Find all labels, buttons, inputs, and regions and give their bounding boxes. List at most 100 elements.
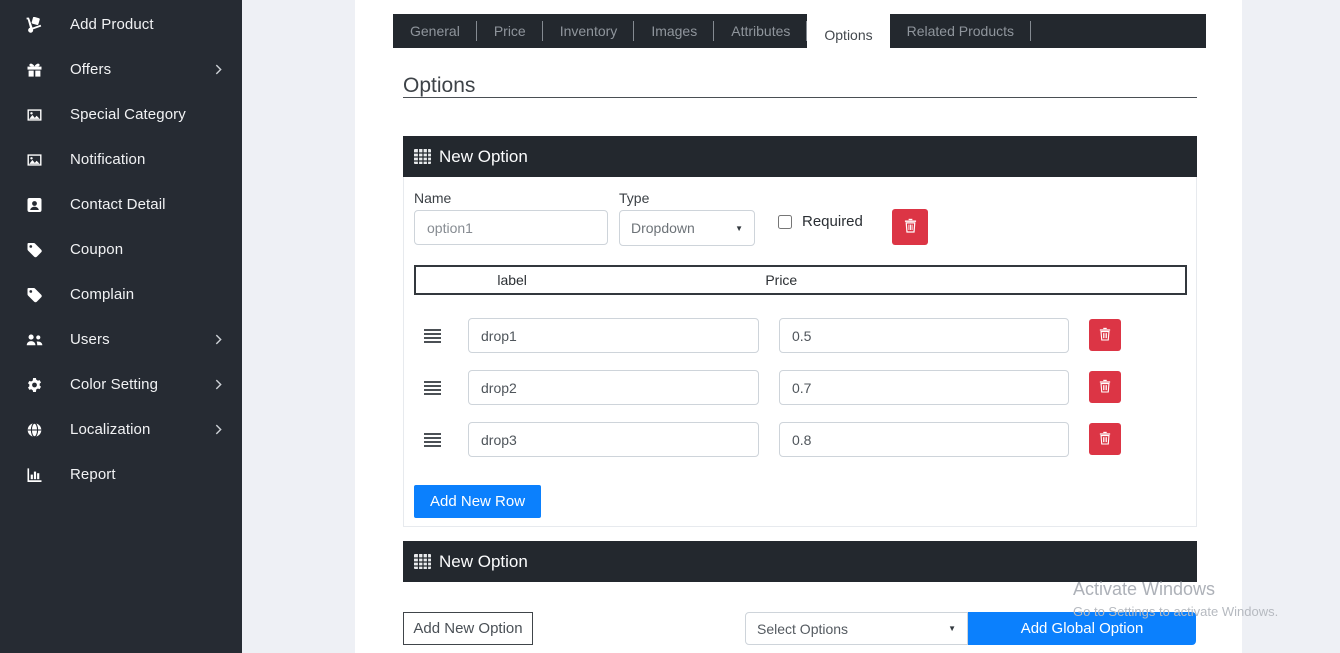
sidebar-item-add-product[interactable]: Add Product [0, 2, 242, 47]
price-column-header: Price [608, 272, 954, 288]
row-label-input[interactable] [468, 318, 759, 353]
trash-icon [904, 218, 917, 236]
dolly-icon [25, 16, 44, 33]
tab-label: General [410, 23, 460, 39]
row-price-input[interactable] [779, 422, 1069, 457]
required-checkbox[interactable] [778, 215, 792, 229]
global-options-value: Select Options [757, 621, 848, 637]
sidebar-item-label: Coupon [70, 241, 123, 258]
add-global-option-button[interactable]: Add Global Option [968, 612, 1196, 645]
row-label-input[interactable] [468, 422, 759, 457]
sidebar-item-offers[interactable]: Offers [0, 47, 242, 92]
option-type-select[interactable]: Dropdown ▼ [619, 210, 755, 246]
tab-related-products[interactable]: Related Products [890, 14, 1031, 48]
drag-handle-icon[interactable] [424, 381, 441, 395]
grid-icon [414, 554, 431, 569]
tab-label: Related Products [907, 23, 1014, 39]
product-tab-bar: General Price Inventory Images Attribute… [393, 14, 1206, 48]
required-label: Required [802, 213, 863, 230]
label-column-header: label [416, 272, 608, 288]
chevron-right-icon [215, 379, 222, 390]
tab-label: Attributes [731, 23, 790, 39]
bar-chart-icon [25, 466, 44, 483]
sidebar-item-label: Localization [70, 421, 150, 438]
address-card-icon [25, 196, 44, 213]
heading-divider [403, 97, 1197, 98]
drag-handle-icon[interactable] [424, 329, 441, 343]
users-icon [25, 331, 44, 348]
sidebar-item-notification[interactable]: Notification [0, 137, 242, 182]
gear-icon [25, 376, 44, 393]
option-type-value: Dropdown [631, 220, 695, 236]
type-label: Type [619, 190, 649, 206]
caret-down-icon: ▼ [948, 624, 956, 633]
option-values-table-header: label Price [414, 265, 1187, 295]
image-icon [25, 151, 44, 168]
tag-icon [25, 286, 44, 303]
delete-row-button[interactable] [1089, 319, 1121, 351]
tab-images[interactable]: Images [634, 14, 714, 48]
chevron-right-icon [215, 424, 222, 435]
sidebar-item-label: Color Setting [70, 376, 158, 393]
sidebar-item-users[interactable]: Users [0, 317, 242, 362]
product-edit-content: General Price Inventory Images Attribute… [355, 0, 1242, 653]
sidebar: Add Product Offers Special Category Noti… [0, 0, 242, 653]
sidebar-item-label: Offers [70, 61, 111, 78]
panel-title: New Option [439, 552, 528, 572]
tab-price[interactable]: Price [477, 14, 543, 48]
new-option-panel-2: New Option [403, 541, 1197, 582]
sidebar-item-label: Add Product [70, 16, 154, 33]
global-options-select[interactable]: Select Options ▼ [745, 612, 968, 645]
gift-icon [25, 61, 44, 78]
sidebar-item-label: Contact Detail [70, 196, 166, 213]
sidebar-item-report[interactable]: Report [0, 452, 242, 497]
trash-icon [1099, 327, 1111, 344]
option-name-input[interactable] [414, 210, 608, 245]
option-value-row [404, 370, 1196, 405]
page-title: Options [403, 74, 475, 98]
option-value-row [404, 318, 1196, 353]
delete-row-button[interactable] [1089, 423, 1121, 455]
tab-inventory[interactable]: Inventory [543, 14, 635, 48]
tab-attributes[interactable]: Attributes [714, 14, 807, 48]
new-option-panel-2-header: New Option [403, 541, 1197, 582]
panel-title: New Option [439, 147, 528, 167]
sidebar-item-label: Users [70, 331, 110, 348]
tab-label: Price [494, 23, 526, 39]
sidebar-item-label: Notification [70, 151, 145, 168]
sidebar-item-special-category[interactable]: Special Category [0, 92, 242, 137]
sidebar-item-complain[interactable]: Complain [0, 272, 242, 317]
required-field: Required [778, 213, 863, 230]
drag-handle-icon[interactable] [424, 433, 441, 447]
tab-label: Options [824, 27, 872, 43]
sidebar-item-label: Report [70, 466, 116, 483]
sidebar-item-label: Special Category [70, 106, 186, 123]
caret-down-icon: ▼ [735, 224, 743, 233]
tab-label: Images [651, 23, 697, 39]
new-option-panel: New Option Name Type Dropdown ▼ Required… [403, 136, 1197, 527]
chevron-right-icon [215, 334, 222, 345]
add-new-option-button[interactable]: Add New Option [403, 612, 533, 645]
row-label-input[interactable] [468, 370, 759, 405]
sidebar-item-localization[interactable]: Localization [0, 407, 242, 452]
row-price-input[interactable] [779, 370, 1069, 405]
tab-general[interactable]: General [393, 14, 477, 48]
tag-icon [25, 241, 44, 258]
sidebar-item-color-setting[interactable]: Color Setting [0, 362, 242, 407]
trash-icon [1099, 379, 1111, 396]
delete-option-button[interactable] [892, 209, 928, 245]
sidebar-item-label: Complain [70, 286, 134, 303]
globe-icon [25, 421, 44, 438]
image-icon [25, 106, 44, 123]
name-label: Name [414, 190, 451, 206]
delete-row-button[interactable] [1089, 371, 1121, 403]
add-new-row-button[interactable]: Add New Row [414, 485, 541, 518]
row-price-input[interactable] [779, 318, 1069, 353]
option-value-row [404, 422, 1196, 457]
new-option-panel-header: New Option [403, 136, 1197, 177]
sidebar-item-contact-detail[interactable]: Contact Detail [0, 182, 242, 227]
sidebar-item-coupon[interactable]: Coupon [0, 227, 242, 272]
tab-options[interactable]: Options [807, 14, 889, 55]
grid-icon [414, 149, 431, 164]
tab-label: Inventory [560, 23, 618, 39]
